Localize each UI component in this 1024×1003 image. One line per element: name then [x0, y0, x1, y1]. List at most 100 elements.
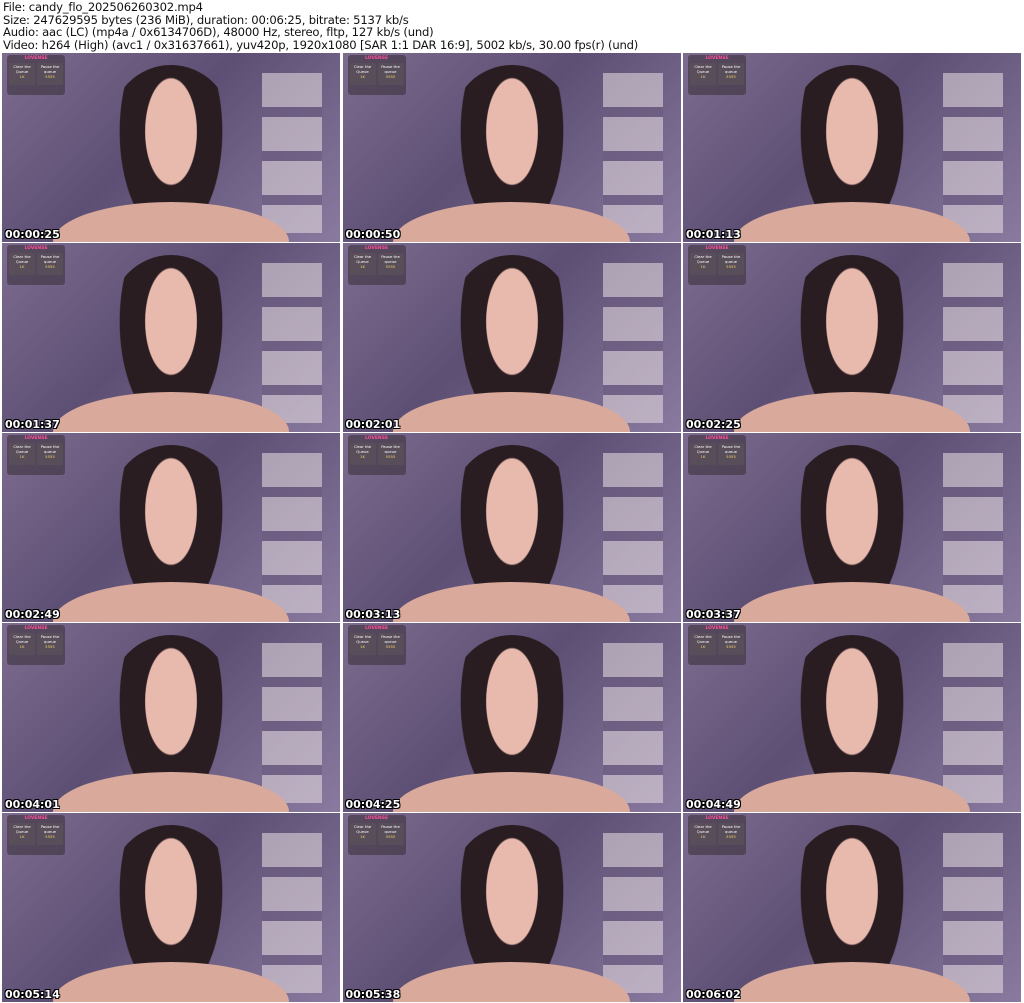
thumbnail-timestamp: 00:06:02	[686, 988, 741, 1001]
shoulders-placeholder	[733, 392, 971, 432]
video-thumbnail: LOVENSE Clear the Queue 1K Pause the queue 5…	[683, 53, 1021, 242]
widget-item-label: Clear the Queue	[353, 64, 372, 74]
widget-item-label: Clear the Queue	[353, 254, 372, 264]
widget-item: Clear the Queue 1K	[349, 823, 376, 845]
shoulders-placeholder	[733, 202, 971, 242]
thumbnail-timestamp: 00:04:49	[686, 798, 741, 811]
widget-item-value: 5555	[45, 454, 55, 459]
video-thumbnail: LOVENSE Clear the Queue 1K Pause the queue 5…	[683, 243, 1021, 432]
background-shelves	[943, 453, 1003, 613]
lovense-widget: LOVENSE Clear the Queue 1K Pause the queue 5…	[7, 245, 65, 285]
background-shelves	[943, 73, 1003, 233]
widget-item-value: 5555	[726, 644, 736, 649]
file-name-line: File: candy_flo_202506260302.mp4	[3, 0, 203, 14]
widget-item-label: Pause the queue	[721, 254, 741, 264]
background-shelves	[602, 263, 663, 423]
widget-item-value: 5555	[45, 264, 55, 269]
widget-item-label: Pause the queue	[40, 634, 60, 644]
video-thumbnail: LOVENSE Clear the Queue 1K Pause the queue 5…	[2, 623, 340, 812]
widget-item: Clear the Queue 1K	[9, 633, 35, 655]
widget-item-label: Pause the queue	[381, 824, 400, 834]
widget-item-value: 1K	[700, 834, 706, 839]
widget-item-label: Pause the queue	[721, 634, 741, 644]
widget-item-value: 1K	[360, 644, 365, 649]
widget-item-label: Clear the Queue	[694, 824, 712, 834]
lovense-widget: LOVENSE Clear the Queue 1K Pause the queue 5…	[7, 815, 65, 855]
thumbnail-timestamp: 00:01:13	[686, 228, 741, 241]
thumbnail-grid: LOVENSE Clear the Queue 1K Pause the queue 5…	[2, 53, 1021, 1002]
video-thumbnail: LOVENSE Clear the Queue 1K Pause the queue 5…	[683, 433, 1021, 622]
lovense-widget: LOVENSE Clear the Queue 1K Pause the queue 5…	[347, 435, 406, 475]
audio-line: Audio: aac (LC) (mp4a / 0x6134706D), 480…	[3, 25, 434, 40]
video-thumbnail: LOVENSE Clear the Queue 1K Pause the queue 5…	[2, 243, 340, 432]
widget-item-value: 1K	[19, 74, 25, 79]
thumbnail-timestamp: 00:04:01	[5, 798, 60, 811]
video-thumbnail: LOVENSE Clear the Queue 1K Pause the queue 5…	[2, 433, 340, 622]
widget-item-label: Pause the queue	[721, 64, 741, 74]
widget-item-value: 5555	[385, 74, 396, 79]
lovense-widget: LOVENSE Clear the Queue 1K Pause the queue 5…	[347, 245, 406, 285]
widget-item: Pause the queue 5555	[37, 63, 63, 85]
thumbnail-timestamp: 00:03:37	[686, 608, 741, 621]
thumbnail-timestamp: 00:05:38	[345, 988, 401, 1001]
video-thumbnail: LOVENSE Clear the Queue 1K Pause the queue 5…	[342, 53, 681, 242]
video-thumbnail: LOVENSE Clear the Queue 1K Pause the queue 5…	[342, 623, 681, 812]
widget-item: Clear the Queue 1K	[9, 63, 35, 85]
widget-item-value: 1K	[19, 264, 25, 269]
widget-item-label: Clear the Queue	[13, 634, 31, 644]
widget-item-label: Pause the queue	[381, 634, 400, 644]
widget-item: Clear the Queue 1K	[349, 63, 376, 85]
widget-item: Clear the Queue 1K	[690, 823, 716, 845]
background-shelves	[262, 643, 322, 803]
thumbnail-timestamp: 00:01:37	[5, 418, 60, 431]
widget-item-value: 5555	[726, 264, 736, 269]
widget-item-label: Clear the Queue	[13, 64, 31, 74]
lovense-widget: LOVENSE Clear the Queue 1K Pause the queue 5…	[688, 55, 746, 95]
background-shelves	[262, 73, 322, 233]
shoulders-placeholder	[393, 582, 630, 622]
background-shelves	[602, 73, 663, 233]
background-shelves	[262, 833, 322, 993]
widget-item: Pause the queue 5555	[377, 63, 404, 85]
widget-item-value: 5555	[385, 644, 396, 649]
widget-item-label: Clear the Queue	[353, 824, 372, 834]
widget-item-value: 5555	[726, 74, 736, 79]
shoulders-placeholder	[52, 772, 290, 812]
widget-item: Pause the queue 5555	[718, 253, 744, 275]
widget-item: Pause the queue 5555	[37, 633, 63, 655]
widget-item-value: 5555	[726, 834, 736, 839]
widget-item: Pause the queue 5555	[718, 443, 744, 465]
widget-item-label: Clear the Queue	[694, 254, 712, 264]
widget-item-label: Pause the queue	[381, 64, 400, 74]
background-shelves	[262, 453, 322, 613]
lovense-widget: LOVENSE Clear the Queue 1K Pause the queue 5…	[688, 625, 746, 665]
widget-item-label: Pause the queue	[40, 824, 60, 834]
widget-item-value: 5555	[385, 454, 396, 459]
widget-item-label: Clear the Queue	[13, 444, 31, 454]
widget-item: Pause the queue 5555	[718, 633, 744, 655]
widget-item: Clear the Queue 1K	[690, 633, 716, 655]
widget-item: Pause the queue 5555	[377, 443, 404, 465]
widget-item-value: 1K	[19, 454, 25, 459]
video-thumbnail: LOVENSE Clear the Queue 1K Pause the queue 5…	[683, 813, 1021, 1002]
video-thumbnail: LOVENSE Clear the Queue 1K Pause the queue 5…	[342, 813, 681, 1002]
video-line: Video: h264 (High) (avc1 / 0x31637661), …	[3, 37, 639, 52]
widget-item-value: 1K	[360, 454, 365, 459]
widget-item-value: 1K	[360, 834, 365, 839]
widget-item: Pause the queue 5555	[718, 823, 744, 845]
widget-item-value: 1K	[19, 644, 25, 649]
background-shelves	[602, 453, 663, 613]
widget-item: Clear the Queue 1K	[690, 253, 716, 275]
widget-item-label: Clear the Queue	[353, 444, 372, 454]
widget-item-value: 1K	[360, 74, 365, 79]
widget-item-label: Pause the queue	[381, 254, 400, 264]
video-thumbnail: LOVENSE Clear the Queue 1K Pause the queue 5…	[683, 623, 1021, 812]
widget-item-value: 1K	[700, 74, 706, 79]
widget-item-label: Clear the Queue	[353, 634, 372, 644]
shoulders-placeholder	[393, 772, 630, 812]
shoulders-placeholder	[733, 962, 971, 1002]
thumbnail-timestamp: 00:05:14	[5, 988, 60, 1001]
widget-item-label: Pause the queue	[40, 444, 60, 454]
thumbnail-timestamp: 00:02:25	[686, 418, 741, 431]
thumbnail-timestamp: 00:02:49	[5, 608, 60, 621]
